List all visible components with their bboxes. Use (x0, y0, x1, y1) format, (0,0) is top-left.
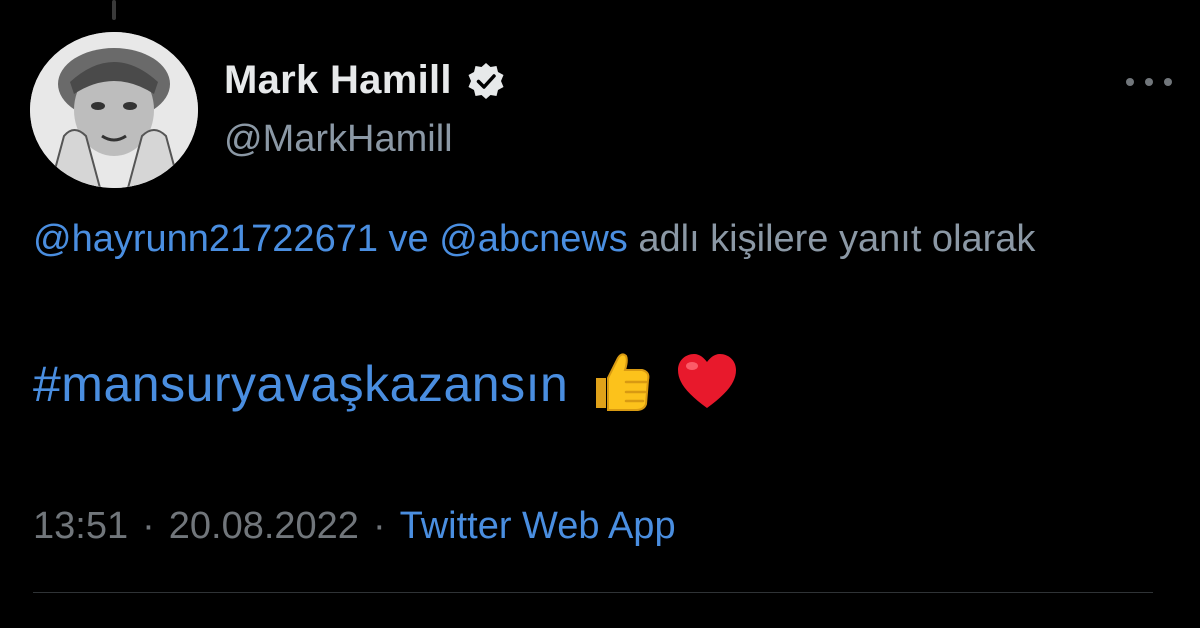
reply-context: @hayrunn21722671 ve @abcnews adlı kişile… (33, 212, 1153, 267)
divider (33, 592, 1153, 593)
separator: · (372, 505, 386, 547)
author-name-row[interactable]: Mark Hamill (224, 58, 506, 103)
author-handle[interactable]: @MarkHamill (224, 118, 453, 161)
dot (1164, 78, 1172, 86)
source-link[interactable]: Twitter Web App (400, 505, 676, 548)
thread-connector-line (112, 0, 116, 20)
tweet-meta: 13:51 · 20.08.2022 · Twitter Web App (33, 505, 676, 548)
tweet-date[interactable]: 20.08.2022 (169, 505, 359, 548)
mention-link[interactable]: @hayrunn21722671 (33, 218, 378, 260)
tweet-time[interactable]: 13:51 (33, 505, 128, 548)
avatar[interactable] (30, 32, 198, 188)
verified-badge-icon (466, 61, 506, 101)
display-name[interactable]: Mark Hamill (224, 58, 452, 103)
dot (1126, 78, 1134, 86)
more-options-icon[interactable] (1126, 70, 1172, 94)
thumbs-up-icon (588, 348, 654, 419)
separator: · (142, 505, 155, 547)
reply-suffix: adlı kişilere yanıt olarak (638, 218, 1036, 260)
red-heart-icon (674, 350, 740, 417)
connector-word: ve (388, 218, 429, 260)
avatar-photo (30, 32, 198, 188)
tweet-text: #mansuryavaşkazansın (33, 348, 740, 419)
dot (1145, 78, 1153, 86)
mention-link[interactable]: @abcnews (439, 218, 628, 260)
hashtag-link[interactable]: #mansuryavaşkazansın (33, 355, 568, 413)
